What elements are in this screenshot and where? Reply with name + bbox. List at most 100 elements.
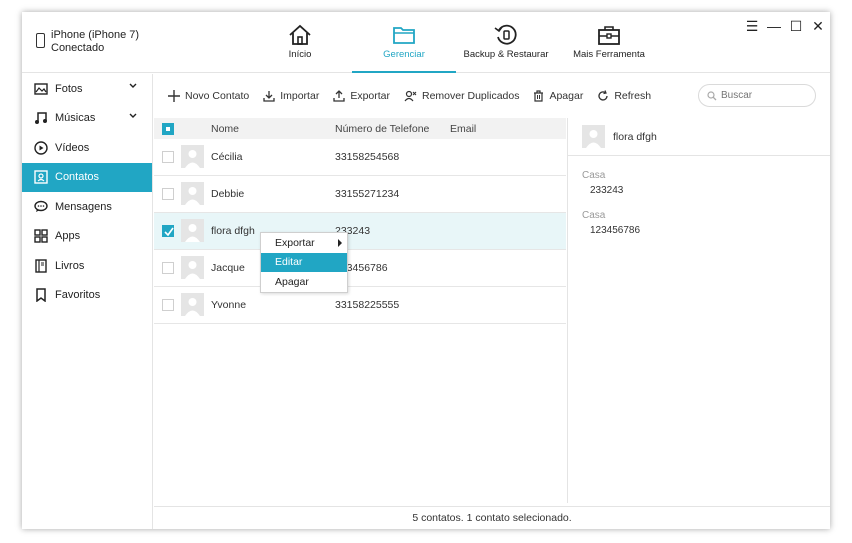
sidebar-item-fotos[interactable]: Fotos [22,74,152,104]
sidebar-item-apps[interactable]: Apps [22,222,152,252]
import-button[interactable]: Importar [263,90,319,102]
avatar [181,145,204,168]
import-label: Importar [280,89,320,102]
detail-field: Casa 233243 [568,170,830,196]
field-value: 233243 [590,185,624,196]
row-checkbox[interactable] [162,262,174,274]
remove-duplicates-icon [404,90,417,101]
nav-label: Mais Ferramenta [573,49,645,60]
remove-duplicates-button[interactable]: Remover Duplicados [404,90,519,102]
sidebar-item-contatos[interactable]: Contatos [22,162,152,192]
backup-restore-icon [494,24,517,45]
maximize-button[interactable]: ☐ [788,18,804,35]
sidebar-item-videos[interactable]: Vídeos [22,133,152,163]
avatar [181,182,204,205]
export-button[interactable]: Exportar [333,90,390,102]
nav-label: Backup & Restaurar [463,49,549,60]
sidebar: Fotos Músicas Vídeos Contatos Mensagens … [22,74,153,529]
search-box[interactable] [698,84,816,107]
nav-tab-gerenciar[interactable]: Gerenciar [352,12,456,73]
nav-tab-ferramenta[interactable]: Mais Ferramenta [573,12,645,73]
select-all-checkbox[interactable] [162,123,174,135]
nav-label: Gerenciar [383,49,425,60]
sidebar-item-label: Favoritos [55,289,101,302]
context-menu-delete[interactable]: Apagar [261,272,347,292]
new-contact-button[interactable]: Novo Contato [168,89,250,102]
field-label: Casa [582,170,606,181]
contact-name: Yvonne [211,299,247,311]
close-button[interactable]: ✕ [810,18,826,35]
table-row[interactable]: Cécilia 33158254568 [154,139,566,176]
chevron-down-icon[interactable] [129,83,137,89]
avatar [181,293,204,316]
bookmark-icon [36,288,46,303]
delete-button[interactable]: Apagar [533,90,583,102]
contact-name: flora dfgh [211,225,255,237]
contact-detail-panel: flora dfgh Casa 233243 Casa 123456786 [567,118,830,503]
plus-icon [168,89,180,102]
delete-label: Apagar [549,89,584,102]
toolbar: Novo Contato Importar Exportar Remover D… [154,74,830,117]
new-contact-label: Novo Contato [185,89,250,102]
contacts-icon [34,170,48,184]
field-label: Casa [582,210,606,221]
avatar [181,256,204,279]
message-icon [34,201,48,213]
submenu-arrow-icon [338,239,342,247]
phone-icon [36,33,45,48]
app-window: iPhone (iPhone 7) Conectado Início Geren… [22,12,830,529]
minimize-button[interactable]: — [766,18,782,34]
contact-list: Nome Número de Telefone Email Cécilia 33… [154,118,566,503]
row-checkbox[interactable] [162,188,174,200]
context-menu-label: Apagar [275,275,309,288]
refresh-button[interactable]: Refresh [597,90,651,102]
field-value: 123456786 [590,225,641,236]
context-menu: Exportar Editar Apagar [260,232,348,293]
contact-name: Cécilia [211,151,243,163]
chevron-down-icon[interactable] [129,113,137,119]
context-menu-edit[interactable]: Editar [261,252,347,272]
sidebar-item-label: Mensagens [55,200,112,213]
column-email[interactable]: Email [450,123,476,135]
device-status: Conectado [51,42,105,54]
sidebar-item-label: Fotos [55,82,83,95]
toolbox-icon [598,26,620,45]
detail-field: Casa 123456786 [568,210,830,236]
search-input[interactable] [721,90,806,101]
sidebar-item-label: Apps [55,230,81,243]
column-name[interactable]: Nome [211,123,239,135]
table-row[interactable]: Debbie 33155271234 [154,176,566,213]
sidebar-item-label: Livros [55,259,85,272]
sidebar-item-mensagens[interactable]: Mensagens [22,192,152,222]
sidebar-item-livros[interactable]: Livros [22,251,152,281]
column-phone[interactable]: Número de Telefone [335,123,429,135]
menu-icon[interactable]: ☰ [744,18,760,35]
nav-label: Início [288,49,312,60]
device-name: iPhone (iPhone 7) [51,29,140,41]
row-checkbox[interactable] [162,299,174,311]
sidebar-item-label: Contatos [55,171,100,184]
top-header: iPhone (iPhone 7) Conectado Início Geren… [22,12,830,73]
remove-duplicates-label: Remover Duplicados [422,89,520,102]
table-row[interactable]: Yvonne 33158225555 [154,287,566,324]
table-row[interactable]: Jacque 123456786 [154,250,566,287]
home-icon [289,24,311,45]
apps-icon [34,229,48,243]
checkmark-icon [164,227,174,237]
book-icon [35,259,47,273]
context-menu-label: Exportar [275,236,315,249]
context-menu-label: Editar [275,256,303,269]
row-checkbox[interactable] [162,225,174,237]
context-menu-export[interactable]: Exportar [261,233,347,253]
table-row[interactable]: flora dfgh 233243 [154,213,566,250]
contact-phone: 33158225555 [335,299,400,311]
contact-name: Jacque [211,262,245,274]
sidebar-item-favoritos[interactable]: Favoritos [22,281,152,311]
sidebar-item-label: Vídeos [55,141,90,154]
row-checkbox[interactable] [162,151,174,163]
avatar [181,219,204,242]
sidebar-item-musicas[interactable]: Músicas [22,104,152,134]
nav-tab-inicio[interactable]: Início [274,12,326,73]
nav-tab-backup[interactable]: Backup & Restaurar [463,12,549,73]
contact-phone: 33158254568 [335,151,400,163]
